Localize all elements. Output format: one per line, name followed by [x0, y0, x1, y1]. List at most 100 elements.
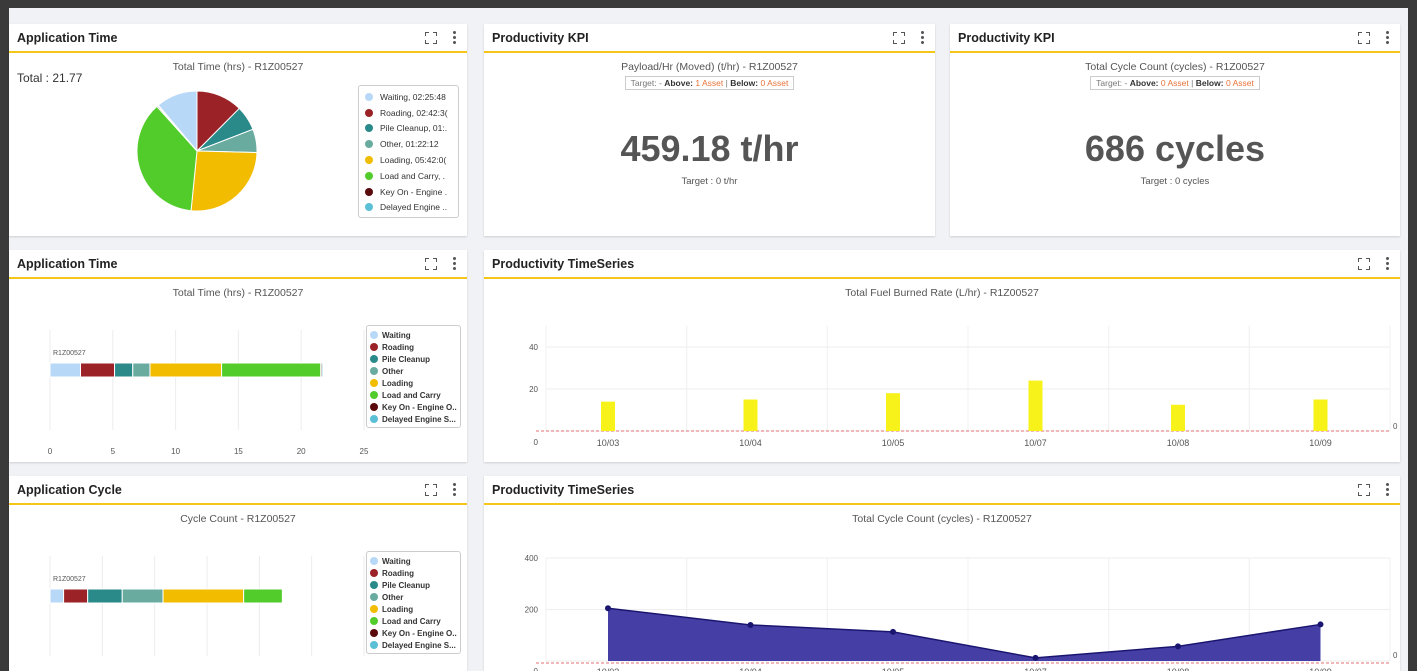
- expand-icon[interactable]: [1358, 31, 1370, 44]
- area-series[interactable]: [608, 608, 1321, 661]
- card-header: Application Time: [9, 24, 467, 53]
- legend-item[interactable]: Roading, 02:42:3(: [365, 105, 454, 121]
- legend-swatch: [365, 108, 373, 117]
- legend-item[interactable]: Waiting: [370, 329, 457, 341]
- y-tick-label: 40: [529, 343, 538, 352]
- bar[interactable]: [1171, 404, 1185, 431]
- card-header: Application Cycle: [9, 476, 467, 505]
- legend-item[interactable]: Other, 01:22:12: [365, 136, 454, 152]
- kpi-subtitle: Payload/Hr (Moved) (t/hr) - R1Z00527: [621, 61, 798, 73]
- legend-item[interactable]: Key On - Engine .: [365, 184, 454, 200]
- kpi-target: Target : 0 cycles: [1140, 176, 1210, 187]
- legend-item[interactable]: Other: [370, 365, 457, 377]
- bar-segment[interactable]: [87, 588, 123, 604]
- chart-subtitle: Total Fuel Burned Rate (L/hr) - R1Z00527: [845, 287, 1039, 299]
- expand-icon[interactable]: [425, 31, 437, 44]
- expand-icon[interactable]: [1358, 483, 1370, 496]
- legend-item[interactable]: Pile Cleanup: [370, 579, 457, 591]
- legend-item[interactable]: Other: [370, 591, 457, 603]
- card-header: Productivity TimeSeries: [484, 476, 1400, 505]
- legend-item[interactable]: Loading: [370, 377, 457, 389]
- kebab-menu-icon[interactable]: [1384, 257, 1390, 270]
- bar-segment[interactable]: [49, 588, 65, 604]
- bar[interactable]: [886, 393, 900, 431]
- below-label: Below:: [730, 78, 759, 88]
- bar-segment[interactable]: [243, 588, 283, 604]
- data-point[interactable]: [747, 621, 754, 628]
- bar-segment[interactable]: [132, 362, 151, 378]
- legend-item[interactable]: Delayed Engine S...: [370, 639, 457, 651]
- fuel-rate-timeseries-card: Productivity TimeSeries Total Fuel Burne…: [484, 250, 1400, 462]
- card-title: Productivity TimeSeries: [492, 256, 635, 271]
- y-tick-label: 200: [525, 606, 539, 615]
- expand-icon[interactable]: [425, 257, 437, 270]
- bar-segment[interactable]: [114, 362, 134, 378]
- pie-slice[interactable]: [190, 150, 258, 212]
- legend-item[interactable]: Load and Carry: [370, 389, 457, 401]
- kebab-menu-icon[interactable]: [451, 31, 457, 44]
- bar-segment[interactable]: [149, 362, 223, 378]
- legend-item[interactable]: Pile Cleanup, 01:.: [365, 121, 454, 137]
- bar-segment[interactable]: [121, 588, 164, 604]
- legend-label: Waiting: [382, 556, 411, 566]
- x-tick-label: 10/05: [882, 667, 905, 671]
- below-label: Below:: [1195, 78, 1224, 88]
- kebab-menu-icon[interactable]: [451, 257, 457, 270]
- legend-item[interactable]: Load and Carry, .: [365, 168, 454, 184]
- target-label: 0: [1393, 422, 1398, 431]
- legend-item[interactable]: Waiting, 02:25:48: [365, 89, 454, 105]
- bar-segment[interactable]: [80, 362, 116, 378]
- bar-segment[interactable]: [63, 588, 89, 604]
- legend-item[interactable]: Load and Carry: [370, 615, 457, 627]
- legend-item[interactable]: Loading: [370, 603, 457, 615]
- dashboard: Application Time Total Time (hrs) - R1Z0…: [9, 8, 1408, 671]
- legend-swatch: [370, 617, 378, 625]
- bar[interactable]: [1313, 399, 1328, 432]
- legend-item[interactable]: Loading, 05:42:0(: [365, 152, 454, 168]
- data-point[interactable]: [1317, 621, 1324, 628]
- card-title: Application Time: [17, 30, 118, 45]
- below-value: 0 Asset: [760, 78, 789, 88]
- expand-icon[interactable]: [893, 31, 905, 44]
- data-point[interactable]: [605, 605, 611, 612]
- bar-segment[interactable]: [49, 362, 82, 378]
- legend-swatch: [370, 415, 378, 423]
- x-tick-label: 0: [48, 447, 53, 456]
- kebab-menu-icon[interactable]: [1384, 483, 1390, 496]
- bar-legend: Waiting Roading Pile Cleanup Other Loading Lo…: [366, 551, 461, 654]
- legend-item[interactable]: Delayed Engine ..: [365, 200, 454, 216]
- kebab-menu-icon[interactable]: [451, 483, 457, 496]
- data-point[interactable]: [890, 628, 896, 635]
- legend-item[interactable]: Waiting: [370, 555, 457, 567]
- bar[interactable]: [1028, 380, 1043, 431]
- legend-swatch: [365, 140, 373, 149]
- legend-item[interactable]: Pile Cleanup: [370, 353, 457, 365]
- kebab-menu-icon[interactable]: [1384, 31, 1390, 44]
- legend-item[interactable]: Roading: [370, 341, 457, 353]
- legend-item[interactable]: Key On - Engine O...: [370, 627, 457, 639]
- bar-segment[interactable]: [221, 362, 322, 378]
- legend-item[interactable]: Roading: [370, 567, 457, 579]
- legend-item[interactable]: Delayed Engine S...: [370, 413, 457, 425]
- payload-kpi-card: Productivity KPI Payload/Hr (Moved) (t/h…: [484, 24, 935, 236]
- category-label: R1Z00527: [53, 576, 86, 583]
- bar-segment[interactable]: [162, 588, 245, 604]
- expand-icon[interactable]: [425, 483, 437, 496]
- bar[interactable]: [601, 401, 615, 431]
- bar[interactable]: [743, 399, 758, 432]
- legend-swatch: [370, 355, 378, 363]
- bar-segment[interactable]: [321, 362, 324, 378]
- expand-icon[interactable]: [1358, 257, 1370, 270]
- x-tick-label: 10/03: [597, 667, 620, 671]
- stacked-bar-chart: 0 5 10 15 20 25 R1Z00527: [48, 330, 369, 456]
- data-point[interactable]: [1032, 654, 1039, 661]
- legend-item[interactable]: Key On - Engine O...: [370, 401, 457, 413]
- separator: |: [1188, 78, 1196, 88]
- above-label: Above:: [1129, 78, 1159, 88]
- legend-swatch: [370, 391, 378, 399]
- data-point[interactable]: [1175, 643, 1181, 650]
- y-tick-label: 0: [534, 667, 539, 671]
- application-time-bar-card: Application Time Total Time (hrs) - R1Z0…: [9, 250, 467, 462]
- kebab-menu-icon[interactable]: [919, 31, 925, 44]
- target-summary: Target: - Above: 0 Asset | Below: 0 Asse…: [1090, 76, 1260, 90]
